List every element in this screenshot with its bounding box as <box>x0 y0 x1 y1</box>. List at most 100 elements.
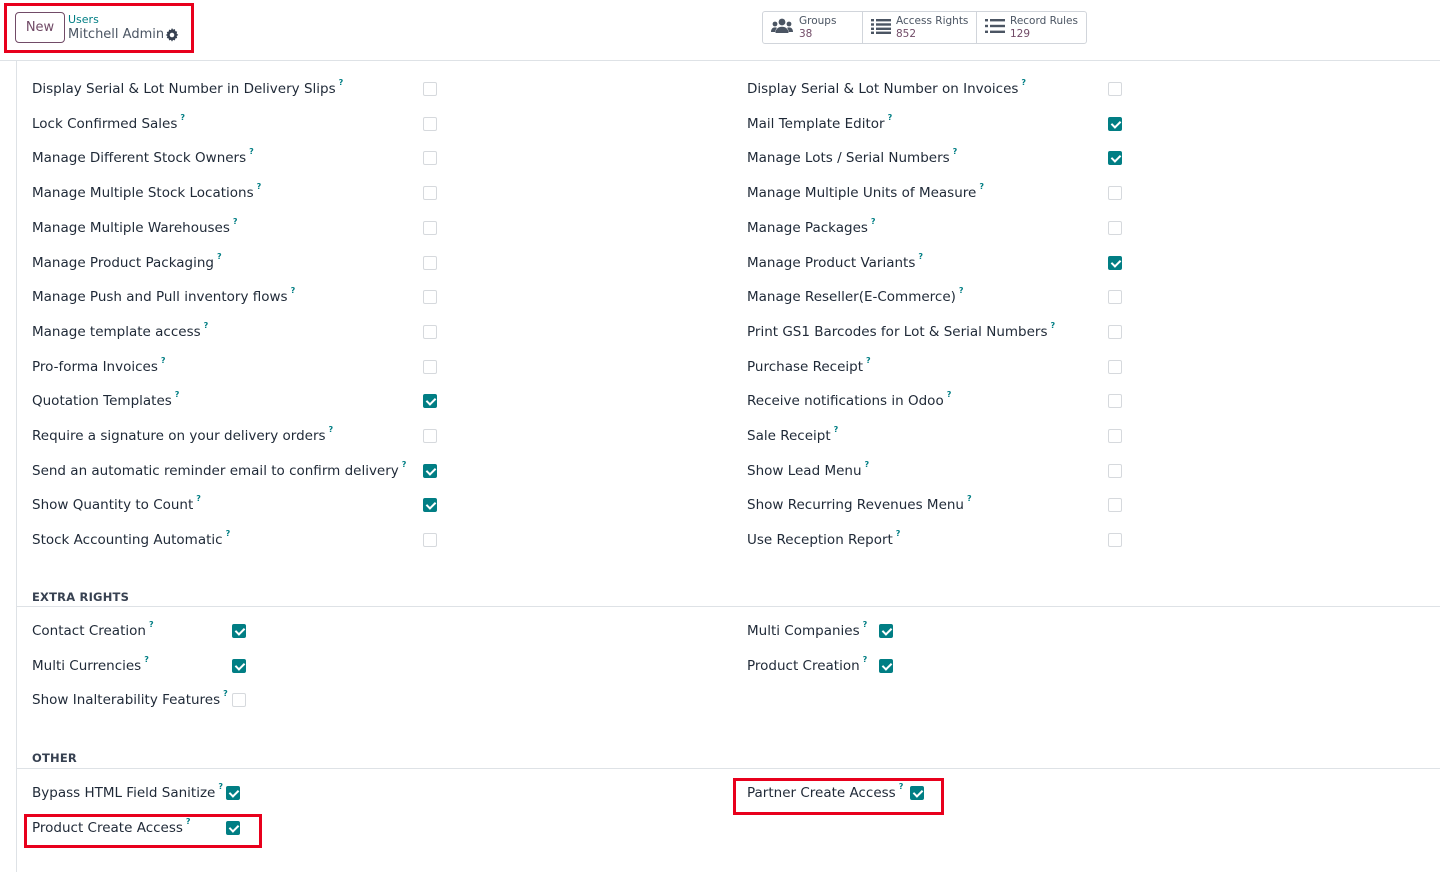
gear-icon[interactable] <box>165 28 179 42</box>
field-label-manage-product-packaging: Manage Product Packaging <box>32 254 214 271</box>
help-tooltip-icon[interactable]: ? <box>1050 321 1055 331</box>
checkbox-pro-forma-invoices[interactable] <box>423 359 437 374</box>
field-label-manage-template-access: Manage template access <box>32 323 201 340</box>
field-label-manage-multiple-warehouses: Manage Multiple Warehouses <box>32 219 230 236</box>
checkbox-manage-push-and-pull-inventory-flows[interactable] <box>423 290 437 305</box>
breadcrumb-current-record: Mitchell Admin <box>68 27 165 42</box>
checkbox-print-gs1-barcodes-for-lot-serial-numbers[interactable] <box>1108 324 1122 339</box>
control-panel: New Users Mitchell Admin Groups 38 Acces… <box>0 0 1440 61</box>
checkbox-purchase-receipt[interactable] <box>1108 359 1122 374</box>
help-tooltip-icon[interactable]: ? <box>217 252 222 262</box>
checkbox-show-lead-menu[interactable] <box>1108 463 1122 478</box>
field-label-manage-different-stock-owners: Manage Different Stock Owners <box>32 150 247 167</box>
checkbox-quotation-templates[interactable] <box>423 394 437 409</box>
access-rights-smart-button[interactable]: Access Rights 852 <box>863 12 977 43</box>
section-divider <box>17 768 1440 769</box>
help-tooltip-icon[interactable]: ? <box>204 321 209 331</box>
field-label-sale-receipt: Sale Receipt <box>747 428 831 444</box>
field-label-purchase-receipt: Purchase Receipt <box>747 358 864 375</box>
help-tooltip-icon[interactable]: ? <box>196 494 201 504</box>
help-tooltip-icon[interactable]: ? <box>226 529 231 539</box>
help-tooltip-icon[interactable]: ? <box>1021 78 1026 88</box>
checkbox-lock-confirmed-sales[interactable] <box>423 116 437 131</box>
checkbox-manage-template-access[interactable] <box>423 324 437 339</box>
field-label-require-a-signature-on-your-delivery-orders: Require a signature on your delivery ord… <box>32 428 326 444</box>
field-label-print-gs1-barcodes-for-lot-serial-numbers: Print GS1 Barcodes for Lot & Serial Numb… <box>747 323 1048 340</box>
new-button[interactable]: New <box>15 12 65 43</box>
users-icon <box>771 18 793 33</box>
field-label-stock-accounting-automatic: Stock Accounting Automatic <box>32 532 223 549</box>
help-tooltip-icon[interactable]: ? <box>218 782 223 792</box>
access-rights-label: Access Rights <box>896 15 969 27</box>
breadcrumb-users-link[interactable]: Users <box>68 13 99 26</box>
help-tooltip-icon[interactable]: ? <box>233 217 238 227</box>
checkbox-manage-multiple-units-of-measure[interactable] <box>1108 186 1122 201</box>
help-tooltip-icon[interactable]: ? <box>871 217 876 227</box>
field-label-display-serial-lot-number-on-invoices: Display Serial & Lot Number on Invoices <box>747 81 1019 97</box>
checkbox-product-creation[interactable] <box>879 658 893 673</box>
help-tooltip-icon[interactable]: ? <box>291 286 296 296</box>
checkbox-manage-different-stock-owners[interactable] <box>423 151 437 166</box>
help-tooltip-icon[interactable]: ? <box>959 286 964 296</box>
help-tooltip-icon[interactable]: ? <box>888 113 893 123</box>
checkbox-manage-packages[interactable] <box>1108 220 1122 235</box>
checkbox-sale-receipt[interactable] <box>1108 429 1122 443</box>
help-tooltip-icon[interactable]: ? <box>175 390 180 400</box>
checkbox-use-reception-report[interactable] <box>1108 533 1122 548</box>
help-tooltip-icon[interactable]: ? <box>402 460 407 470</box>
help-tooltip-icon[interactable]: ? <box>865 460 870 470</box>
field-label-mail-template-editor: Mail Template Editor <box>747 115 885 132</box>
help-tooltip-icon[interactable]: ? <box>967 494 972 504</box>
checkbox-bypass-html-field-sanitize[interactable] <box>226 786 240 800</box>
help-tooltip-icon[interactable]: ? <box>149 620 154 630</box>
field-label-manage-packages: Manage Packages <box>747 219 868 236</box>
field-label-multi-currencies: Multi Currencies <box>32 657 142 674</box>
list-icon <box>985 19 1005 33</box>
help-tooltip-icon[interactable]: ? <box>223 689 228 699</box>
checkbox-contact-creation[interactable] <box>232 624 246 638</box>
checkbox-stock-accounting-automatic[interactable] <box>423 533 437 548</box>
checkbox-display-serial-lot-number-on-invoices[interactable] <box>1108 82 1122 96</box>
help-tooltip-icon[interactable]: ? <box>979 182 984 192</box>
help-tooltip-icon[interactable]: ? <box>953 147 958 157</box>
field-label-manage-push-and-pull-inventory-flows: Manage Push and Pull inventory flows <box>32 289 288 306</box>
help-tooltip-icon[interactable]: ? <box>834 425 839 435</box>
help-tooltip-icon[interactable]: ? <box>918 252 923 262</box>
help-tooltip-icon[interactable]: ? <box>161 356 166 366</box>
help-tooltip-icon[interactable]: ? <box>947 390 952 400</box>
help-tooltip-icon[interactable]: ? <box>249 147 254 157</box>
checkbox-multi-companies[interactable] <box>879 624 893 638</box>
help-tooltip-icon[interactable]: ? <box>339 78 344 88</box>
help-tooltip-icon[interactable]: ? <box>866 356 871 366</box>
help-tooltip-icon[interactable]: ? <box>863 655 868 665</box>
checkbox-manage-product-variants[interactable] <box>1108 255 1122 270</box>
field-label-show-lead-menu: Show Lead Menu <box>747 462 862 479</box>
checkbox-manage-reseller-e-commerce[interactable] <box>1108 290 1122 305</box>
help-tooltip-icon[interactable]: ? <box>863 620 868 630</box>
field-label-manage-lots-serial-numbers: Manage Lots / Serial Numbers <box>747 150 950 167</box>
access-rights-count: 852 <box>896 28 917 40</box>
checkbox-multi-currencies[interactable] <box>232 658 246 673</box>
help-tooltip-icon[interactable]: ? <box>896 529 901 539</box>
help-tooltip-icon[interactable]: ? <box>257 182 262 192</box>
checkbox-manage-multiple-stock-locations[interactable] <box>423 186 437 201</box>
checkbox-display-serial-lot-number-in-delivery-slips[interactable] <box>423 82 437 96</box>
help-tooltip-icon[interactable]: ? <box>180 113 185 123</box>
checkbox-receive-notifications-in-odoo[interactable] <box>1108 394 1122 409</box>
help-tooltip-icon[interactable]: ? <box>144 655 149 665</box>
checkbox-show-inalterability-features[interactable] <box>232 693 246 708</box>
checkbox-manage-product-packaging[interactable] <box>423 255 437 270</box>
record-rules-label: Record Rules <box>1010 15 1078 27</box>
field-label-display-serial-lot-number-in-delivery-slips: Display Serial & Lot Number in Delivery … <box>32 81 336 97</box>
checkbox-show-recurring-revenues-menu[interactable] <box>1108 498 1122 513</box>
record-rules-smart-button[interactable]: Record Rules 129 <box>977 12 1086 43</box>
checkbox-mail-template-editor[interactable] <box>1108 116 1122 131</box>
checkbox-require-a-signature-on-your-delivery-orders[interactable] <box>423 429 437 443</box>
checkbox-send-an-automatic-reminder-email-to-confirm-delivery[interactable] <box>423 463 437 478</box>
help-tooltip-icon[interactable]: ? <box>329 425 334 435</box>
checkbox-manage-lots-serial-numbers[interactable] <box>1108 151 1122 166</box>
checkbox-manage-multiple-warehouses[interactable] <box>423 220 437 235</box>
field-label-manage-reseller-e-commerce: Manage Reseller(E-Commerce) <box>747 289 956 306</box>
checkbox-show-quantity-to-count[interactable] <box>423 498 437 513</box>
groups-smart-button[interactable]: Groups 38 <box>763 12 863 43</box>
